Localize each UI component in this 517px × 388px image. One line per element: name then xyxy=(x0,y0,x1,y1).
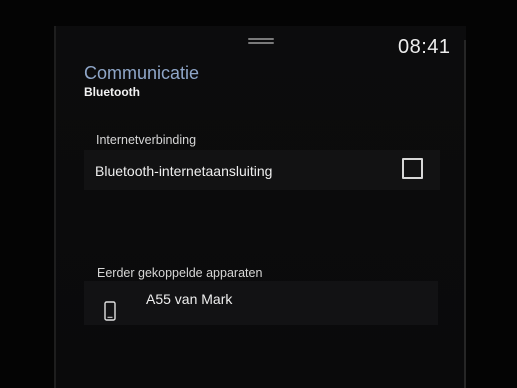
bluetooth-internet-label: Bluetooth-internetaansluiting xyxy=(95,163,273,179)
bluetooth-internet-checkbox[interactable] xyxy=(402,158,423,179)
paired-device-name: A55 van Mark xyxy=(146,291,233,307)
page-subtitle: Bluetooth xyxy=(84,85,140,99)
pull-down-handle[interactable] xyxy=(248,38,274,44)
phone-icon xyxy=(104,301,116,321)
clock: 08:41 xyxy=(398,36,451,58)
screen-edge-right xyxy=(464,40,466,388)
paired-device-row[interactable]: A55 van Mark xyxy=(84,281,438,325)
bluetooth-internet-row[interactable]: Bluetooth-internetaansluiting xyxy=(84,150,440,190)
page-title: Communicatie xyxy=(84,63,200,83)
screen-edge-left xyxy=(54,26,56,388)
section-label-paired-devices: Eerder gekoppelde apparaten xyxy=(97,266,263,280)
section-label-internet: Internetverbinding xyxy=(96,133,197,147)
